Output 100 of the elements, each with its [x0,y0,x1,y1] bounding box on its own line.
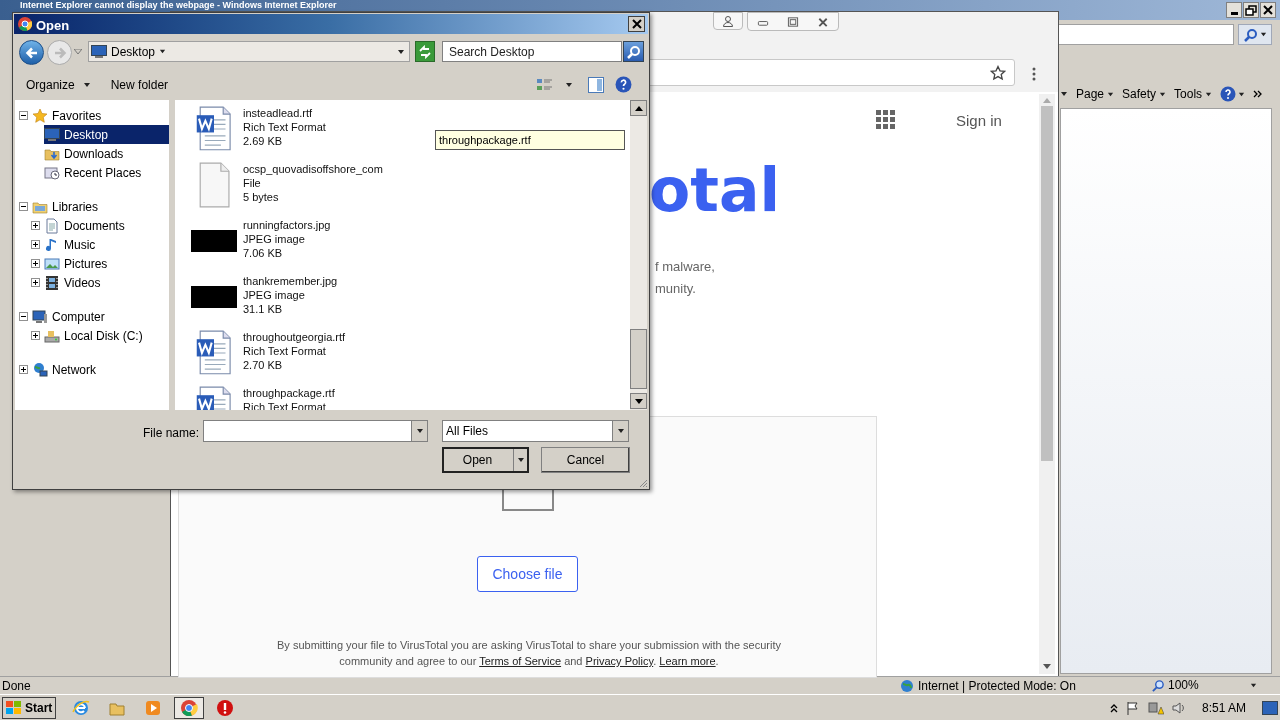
caret-icon[interactable] [1250,682,1257,689]
expand-toggle[interactable] [31,259,40,268]
file-size: 2.69 KB [243,134,284,148]
refresh-arrows-icon [418,44,432,59]
collapse-toggle[interactable] [19,312,28,321]
minus-icon [20,203,27,210]
minimize-button[interactable] [1226,2,1242,18]
show-desktop-icon[interactable] [1262,700,1278,715]
dialog-title: Open [36,17,70,35]
nav-item[interactable]: Pictures [44,254,169,273]
file-name: ocsp_quovadisoffshore_com [243,162,383,176]
star-icon[interactable] [990,65,1006,81]
apps-grid-icon[interactable] [876,110,895,129]
file-item[interactable]: throughoutgeorgia.rtf Rich Text Format 2.70 KB [191,330,346,376]
file-size: 5 bytes [243,190,280,204]
history-caret-icon[interactable] [74,49,82,55]
tagline-text: f malware, [655,258,715,276]
sign-in-link[interactable]: Sign in [956,110,1002,133]
command-menu[interactable]: Page [1076,84,1115,104]
menu-icon[interactable] [1031,67,1037,81]
close-button[interactable] [1260,2,1276,18]
collapse-toggle[interactable] [19,111,28,120]
chrome-logo-icon [18,17,32,31]
profile-button[interactable] [713,12,743,30]
nav-item[interactable]: Videos [44,273,169,292]
back-button[interactable] [19,40,44,65]
link[interactable]: Terms of Service [479,655,562,667]
scrollbar-thumb[interactable] [630,329,647,389]
nav-item[interactable]: Music [44,235,169,254]
speaker-icon[interactable] [1171,700,1186,715]
close-button[interactable] [628,16,645,32]
nav-item[interactable]: Desktop [44,125,169,144]
command-menu[interactable]: Safety [1122,84,1167,104]
file-item[interactable]: thankremember.jpg JPEG image 31.1 KB [191,274,338,320]
start-button[interactable]: Start [2,696,57,719]
nav-item[interactable]: Libraries [32,197,169,216]
tagline-text: munity. [655,280,696,298]
help-button[interactable] [1220,86,1246,102]
search-button[interactable] [623,41,644,62]
image-thumbnail [191,230,237,252]
chevron-up-icon[interactable] [1109,702,1118,713]
plus-icon [32,260,39,267]
scroll-down-icon[interactable] [1043,664,1051,670]
toolbar-button[interactable]: Organize [26,76,91,94]
open-button[interactable]: Open [442,447,529,473]
location-bar[interactable]: Desktop [88,41,410,62]
cancel-button[interactable]: Cancel [541,447,630,473]
file-name: runningfactors.jpg [243,218,331,232]
file-type-dropdown[interactable]: All Files [442,420,629,442]
restore-button[interactable] [1243,2,1259,18]
search-button[interactable] [1238,24,1272,45]
file-size: 7.06 KB [243,246,284,260]
close-icon [1262,4,1274,16]
file-type: Rich Text Format [243,344,327,358]
nav-item[interactable]: Downloads [44,144,169,163]
file-item[interactable]: insteadlead.rtf Rich Text Format 2.69 KB [191,106,326,152]
caret-icon[interactable] [1060,90,1068,98]
nav-item[interactable]: Computer [32,307,169,326]
nav-item[interactable]: Recent Places [44,163,169,182]
flag-icon[interactable] [1125,700,1140,715]
file-name-field[interactable] [203,420,428,442]
minus-icon [20,313,27,320]
scrollbar-thumb[interactable] [1041,106,1053,461]
file-type: File [243,176,262,190]
nav-item[interactable]: Favorites [32,106,169,125]
refresh-button[interactable] [415,41,435,62]
nav-item[interactable]: Local Disk (C:) [44,326,169,345]
network-warning-icon[interactable] [1147,700,1164,715]
dropdown-arrow-icon[interactable] [415,427,424,435]
file-item[interactable]: runningfactors.jpg JPEG image 7.06 KB [191,218,331,264]
preview-pane-icon[interactable] [588,77,604,93]
zoom-button[interactable]: 100% [1152,677,1199,693]
file-item[interactable]: ocsp_quovadisoffshore_com File 5 bytes [191,162,383,208]
resize-grip-icon[interactable] [638,478,648,488]
caret-icon[interactable] [565,81,573,89]
plus-icon [32,222,39,229]
back-arrow-icon [24,45,39,60]
search-field[interactable] [1058,24,1234,45]
command-menu[interactable]: Tools [1174,84,1213,104]
choose-file-button[interactable]: Choose file [477,556,578,592]
toolbar-button[interactable]: New folder [110,76,169,94]
expand-toggle[interactable] [31,278,40,287]
maximize-icon [786,15,800,28]
help-icon[interactable] [615,76,632,93]
expand-toggle[interactable] [31,331,40,340]
nav-item[interactable]: Documents [44,216,169,235]
expand-toggle[interactable] [31,221,40,230]
magnifier-icon [1152,678,1165,692]
chevron-icon[interactable] [1253,89,1264,99]
nav-item[interactable]: Network [32,360,169,379]
link[interactable]: Learn more [659,655,716,667]
expand-toggle[interactable] [31,240,40,249]
scroll-down-button[interactable] [630,393,647,409]
caret-icon [1238,90,1246,98]
scroll-up-button[interactable] [630,100,647,116]
expand-toggle[interactable] [19,365,28,374]
search-field[interactable]: Search Desktop [442,41,622,62]
taskbar-button[interactable] [174,696,205,719]
caret-icon [516,456,525,464]
collapse-toggle[interactable] [19,202,28,211]
